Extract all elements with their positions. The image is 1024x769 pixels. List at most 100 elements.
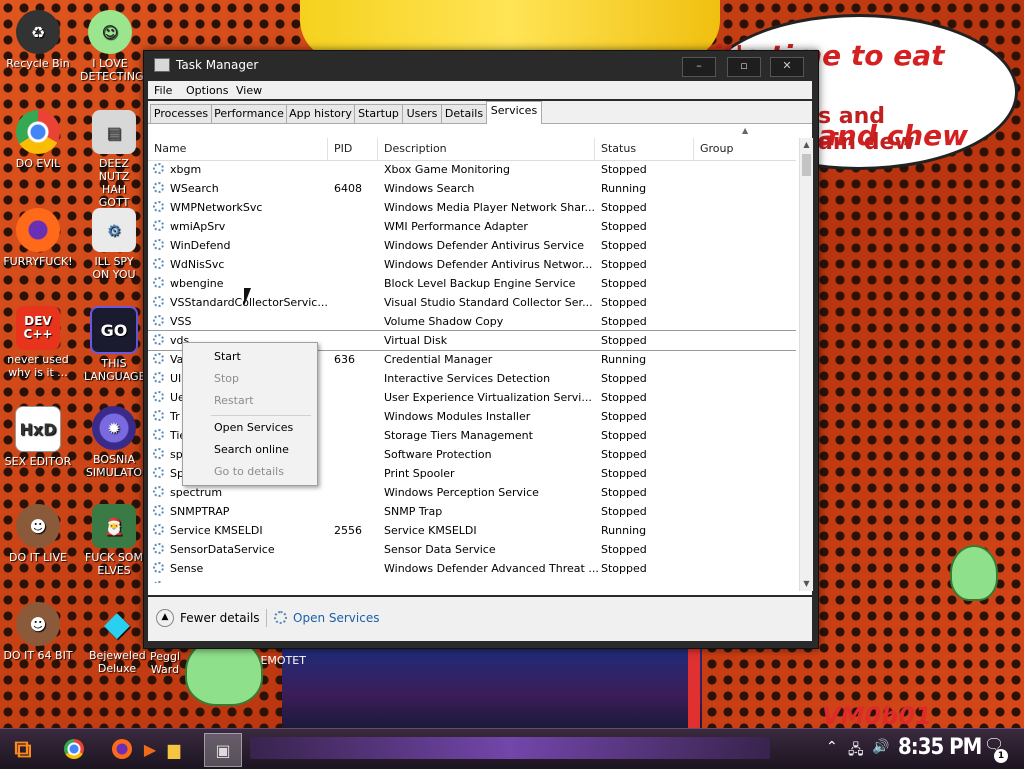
title-bar[interactable]: Task Manager – ▫ ✕ (144, 51, 818, 79)
table-row[interactable]: SNMPTRAP SNMP Trap Stopped (148, 502, 796, 521)
tab-startup[interactable]: Startup (354, 104, 403, 123)
wallpaper-red-stripe (688, 648, 700, 728)
column-group[interactable]: Group (700, 142, 734, 155)
service-status: Stopped (601, 258, 647, 271)
desktop-icon-devcpp[interactable]: DEV C++ never used why is it ... (1, 306, 75, 379)
desktop-icon-deez[interactable]: ▤ DEEZ NUTZ HAH GOTT (77, 110, 151, 209)
table-row[interactable]: Service KMSELDI 2556 Service KMSELDI Runnin… (148, 521, 796, 540)
minimize-button[interactable]: – (682, 57, 716, 77)
firefox-icon (16, 208, 60, 252)
tab-performance[interactable]: Performance (211, 104, 287, 123)
desktop-icon-label: DO EVIL (15, 157, 61, 170)
service-gear-icon (153, 315, 164, 326)
desktop-icon-label: DEEZ NUTZ HAH GOTT (98, 157, 130, 209)
context-open-services[interactable]: Open Services (214, 421, 293, 434)
column-status[interactable]: Status (601, 142, 636, 155)
menu-options[interactable]: Options (186, 84, 228, 97)
service-description: Block Level Backup Engine Service (384, 277, 576, 290)
table-row[interactable]: WdNisSvc Windows Defender Antivirus Netwo… (148, 255, 796, 274)
column-divider[interactable] (327, 138, 328, 160)
column-divider[interactable] (594, 138, 595, 160)
column-name[interactable]: Name (154, 142, 186, 155)
desktop-icon-do-evil[interactable]: DO EVIL (1, 110, 75, 170)
column-description[interactable]: Description (384, 142, 447, 155)
column-divider[interactable] (693, 138, 694, 160)
service-pid: 2556 (334, 524, 362, 537)
desktop-icon-spy[interactable]: ⚙ ILL SPY ON YOU (77, 208, 151, 281)
desktop-icon-elves[interactable]: 🎅 FUCK SOM ELVES (77, 504, 151, 577)
context-start[interactable]: Start (214, 350, 241, 363)
tab-app-history[interactable]: App history (286, 104, 355, 123)
go-icon: GO (90, 306, 138, 354)
service-gear-icon (153, 239, 164, 250)
vertical-scrollbar[interactable]: ▲ ▼ (799, 138, 813, 591)
task-manager-icon[interactable]: ▣ (204, 733, 242, 767)
context-search-online[interactable]: Search online (214, 443, 289, 456)
maximize-button[interactable]: ▫ (727, 57, 761, 77)
service-status: Stopped (601, 163, 647, 176)
desktop-icon-hxd[interactable]: HxD SEX EDITOR (1, 406, 75, 468)
table-row[interactable]: Sense Windows Defender Advanced Threat ..… (148, 559, 796, 578)
tab-details[interactable]: Details (441, 104, 487, 123)
menu-view[interactable]: View (236, 84, 262, 97)
tab-processes[interactable]: Processes (150, 104, 212, 123)
tab-services[interactable]: Services (486, 101, 542, 124)
service-description: Windows Perception Service (384, 486, 539, 499)
table-row[interactable]: SensorDataService Sensor Data Service Stop… (148, 540, 796, 559)
service-description: WMI Performance Adapter (384, 220, 528, 233)
close-button[interactable]: ✕ (770, 57, 804, 77)
chevron-up-icon[interactable]: ▲ (156, 609, 174, 627)
service-description: User Experience Virtualization Servi... (384, 391, 592, 404)
service-description: Windows Media Player Network Shar... (384, 201, 595, 214)
sort-arrow-icon: ▲ (742, 126, 749, 135)
start-icon[interactable]: ⧉ (6, 733, 40, 765)
desktop-icon-do-it-live[interactable]: ☻ DO IT LIVE (1, 504, 75, 564)
menu-file[interactable]: File (154, 84, 172, 97)
service-status: Stopped (601, 277, 647, 290)
scroll-up-icon[interactable]: ▲ (800, 138, 813, 151)
desktop-icon-do-it-64[interactable]: ☻ DO IT 64 BIT (1, 602, 75, 662)
table-row[interactable]: WSearch 6408 Windows Search Running (148, 179, 796, 198)
service-name: WMPNetworkSvc (170, 201, 263, 214)
desktop-icon-recycle-bin[interactable]: ♻ Recycle Bin (1, 10, 75, 70)
column-divider[interactable] (377, 138, 378, 160)
desktop-icon-label: Recycle Bin (6, 57, 70, 70)
tab-users[interactable]: Users (402, 104, 442, 123)
desktop-icon-firefox[interactable]: FURRYFUCK! (1, 208, 75, 268)
table-row[interactable]: xbgm Xbox Game Monitoring Stopped (148, 160, 796, 179)
service-gear-icon (153, 543, 164, 554)
service-description: SNMP Trap (384, 505, 443, 518)
desktop-icon-peggle[interactable]: Peggl Ward (145, 650, 185, 676)
table-row[interactable]: wmiApSrv WMI Performance Adapter Stopped (148, 217, 796, 236)
table-row[interactable]: WinDefend Windows Defender Antivirus Serv… (148, 236, 796, 255)
table-row[interactable]: WMPNetworkSvc Windows Media Player Networ… (148, 198, 796, 217)
table-row[interactable]: VSS Volume Shadow Copy Stopped (148, 312, 796, 331)
column-pid[interactable]: PID (334, 142, 352, 155)
open-services-link[interactable]: Open Services (293, 611, 379, 625)
service-gear-icon (153, 353, 164, 364)
fewer-details-link[interactable]: Fewer details (180, 611, 260, 625)
desktop-icon-detecting[interactable]: ☺ I LOVE DETECTING (73, 10, 147, 83)
tray-chevron-icon[interactable]: ⌃ (826, 739, 838, 755)
table-row[interactable]: SecurityHealthService 2952 Windows Defende… (148, 578, 796, 583)
service-name: spectrum (170, 486, 223, 499)
taskbar-decoration (250, 737, 770, 759)
clock[interactable]: 8:35 PM (898, 735, 982, 760)
service-status: Stopped (601, 448, 647, 461)
network-icon[interactable]: 🖧 (848, 739, 864, 763)
service-name: wbengine (170, 277, 224, 290)
scrollbar-thumb[interactable] (802, 154, 811, 176)
volume-icon[interactable]: 🔊 (872, 739, 889, 755)
column-header-row: Name PID Description Status Group (148, 138, 796, 161)
service-description: Windows Defender Antivirus Networ... (384, 258, 593, 271)
desktop-icon-label: BOSNIA SIMULATO (85, 453, 143, 479)
desktop-icon-bosnia[interactable]: ✹ BOSNIA SIMULATO (77, 406, 151, 479)
file-explorer-icon[interactable]: ▆ (156, 733, 192, 765)
scroll-down-icon[interactable]: ▼ (800, 577, 813, 590)
desktop-icon-go[interactable]: GO THIS LANGUAGE (77, 306, 151, 383)
service-description: Sensor Data Service (384, 543, 496, 556)
service-status: Stopped (601, 391, 647, 404)
service-status: Stopped (601, 505, 647, 518)
santa-icon: 🎅 (92, 504, 136, 548)
chrome-icon[interactable] (56, 733, 92, 765)
